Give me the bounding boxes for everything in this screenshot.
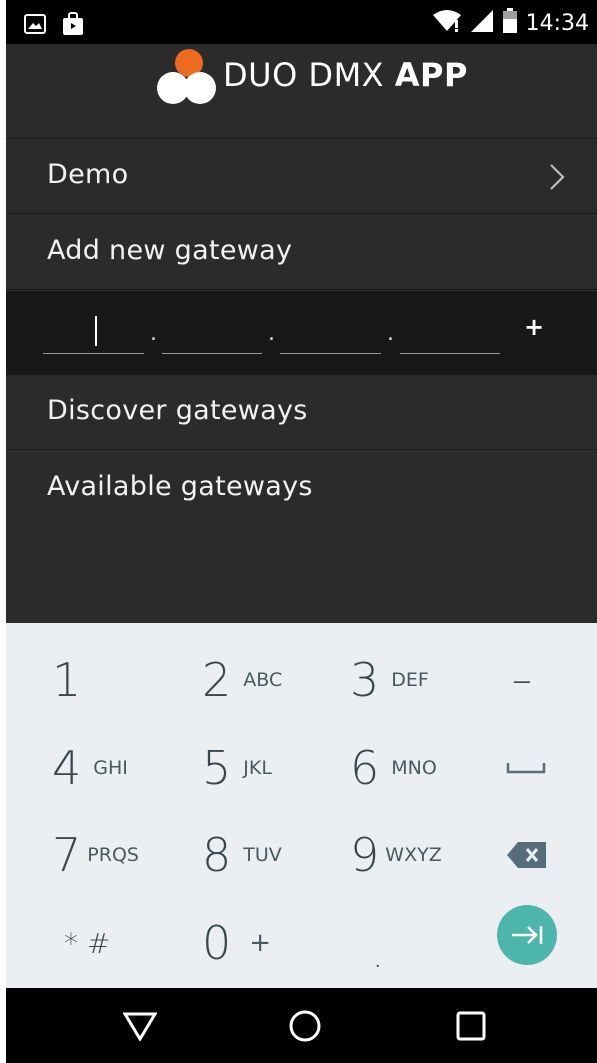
duo-dmx-logo (157, 49, 216, 104)
key-main-label: 5 (202, 741, 232, 795)
status-time: 14:34 (525, 10, 589, 36)
key-5[interactable]: 5 JKL (202, 724, 342, 812)
image-notification-icon (24, 14, 46, 38)
key-sub-label: PRQS (87, 844, 139, 866)
backspace-key[interactable] (506, 811, 550, 899)
key-sub-label: JKL (243, 757, 272, 779)
ip-address-input-row: . . . + (6, 291, 597, 375)
key-main-label: 0 (202, 916, 232, 970)
key-2[interactable]: 2 ABC (202, 636, 342, 724)
numeric-keyboard: 1 2 ABC 3 DEF – 4 GHI 5 JKL 6 MNO 7 PRQS… (6, 623, 597, 988)
app-title-light: DUO DMX (223, 56, 395, 94)
minus-key[interactable]: – (512, 636, 552, 724)
key-main-label: 9 (350, 828, 380, 882)
ip-octet-2-input[interactable] (162, 316, 262, 354)
discover-label: Discover gateways (47, 395, 308, 426)
list-item-add-gateway[interactable]: Add new gateway (6, 215, 597, 290)
ip-octet-1-input[interactable] (43, 316, 144, 354)
wifi-icon (432, 9, 462, 37)
key-7[interactable]: 7 PRQS (52, 811, 192, 899)
key-sub-label: DEF (391, 669, 429, 691)
ip-separator: . (150, 321, 157, 346)
period-key[interactable]: . (372, 911, 412, 999)
ip-octet-3-input[interactable] (280, 316, 381, 354)
shopping-bag-icon (62, 12, 84, 40)
screen: 14:34 DUO DMX APP Demo Add new gateway . (6, 0, 597, 1063)
key-9[interactable]: 9 WXYZ (350, 811, 490, 899)
ip-octet-4-input[interactable] (400, 316, 500, 354)
tab-arrow-icon (512, 926, 543, 944)
key-main-label: 6 (350, 741, 380, 795)
chevron-right-icon (549, 163, 565, 195)
key-6[interactable]: 6 MNO (350, 724, 490, 812)
signal-icon (470, 9, 494, 37)
add-gateway-button[interactable]: + (521, 313, 547, 343)
recents-button[interactable] (451, 1006, 491, 1046)
status-bar: 14:34 (6, 0, 597, 44)
backspace-icon (507, 842, 546, 868)
key-main-label: 2 (202, 653, 232, 707)
key-4[interactable]: 4 GHI (52, 724, 192, 812)
key-1[interactable]: 1 (52, 636, 192, 724)
app-title: DUO DMX APP (223, 56, 468, 94)
key-sub-label: MNO (391, 757, 437, 779)
back-button[interactable] (120, 1006, 160, 1046)
demo-label: Demo (47, 159, 129, 190)
key-0[interactable]: 0 + (202, 899, 342, 987)
key-sub-label: + (249, 928, 272, 958)
available-label: Available gateways (47, 471, 313, 502)
next-field-button[interactable] (497, 905, 557, 965)
add-gateway-label: Add new gateway (47, 235, 293, 266)
key-main-label: 7 (52, 828, 82, 882)
key-sub-label: GHI (93, 757, 128, 779)
app-header: DUO DMX APP (6, 44, 597, 139)
home-button[interactable] (285, 1006, 325, 1046)
back-icon (123, 1012, 157, 1041)
key-main-label: 1 (52, 653, 82, 707)
key-3[interactable]: 3 DEF (350, 636, 490, 724)
key-sub-label: WXYZ (385, 844, 442, 866)
ip-separator: . (268, 321, 275, 346)
key-main-label: – (512, 657, 532, 703)
list-item-demo[interactable]: Demo (6, 139, 597, 214)
key-main-label: 4 (52, 741, 82, 795)
key-sub-label: TUV (243, 844, 282, 866)
list-item-discover-gateways[interactable]: Discover gateways (6, 375, 597, 450)
key-main-label: 3 (350, 653, 380, 707)
home-icon (289, 1010, 321, 1042)
ip-separator: . (387, 321, 394, 346)
battery-icon (502, 8, 518, 38)
key-main-label: . (372, 934, 384, 976)
key-main-label: 8 (202, 828, 232, 882)
text-cursor (95, 316, 97, 346)
app-title-bold: APP (394, 56, 468, 94)
star-hash-key[interactable]: * # (64, 899, 204, 987)
key-8[interactable]: 8 TUV (202, 811, 342, 899)
key-sub-label: ABC (243, 669, 283, 691)
recents-icon (456, 1011, 486, 1041)
space-key[interactable] (506, 724, 550, 812)
navigation-bar (6, 988, 597, 1063)
space-bar-icon (506, 763, 546, 774)
key-main-label: * # (64, 926, 111, 960)
available-gateways-section: Available gateways (6, 451, 597, 623)
